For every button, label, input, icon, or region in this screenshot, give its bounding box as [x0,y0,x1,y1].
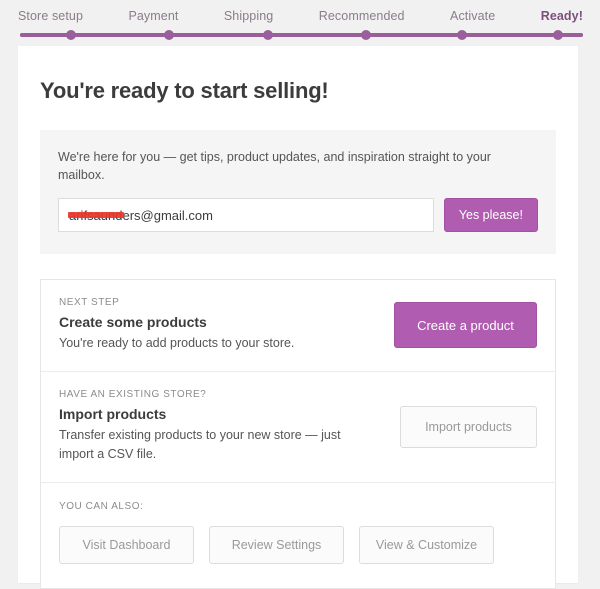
step-dot-shipping[interactable] [262,30,273,40]
redaction-bar [68,212,124,218]
step-label-recommended[interactable]: Recommended [319,9,405,23]
step-dot-ready[interactable] [552,30,563,40]
task-heading-create-products: Create some products [59,314,207,330]
task-text: NEXT STEP Create some products You're re… [59,297,394,353]
create-a-product-button[interactable]: Create a product [394,302,537,348]
import-products-button[interactable]: Import products [400,405,537,448]
view-and-customize-button[interactable]: View & Customize [359,526,494,564]
task-list-card: NEXT STEP Create some products You're re… [40,279,556,589]
newsletter-copy: We're here for you — get tips, product u… [58,150,491,182]
step-label-activate[interactable]: Activate [450,9,495,23]
task-eyebrow-next-step: NEXT STEP [59,297,120,308]
step-dot-store-setup[interactable] [65,30,76,40]
you-can-also-eyebrow: YOU CAN ALSO: [59,501,144,512]
task-eyebrow-existing-store: HAVE AN EXISTING STORE? [59,389,207,400]
task-description-create-products: You're ready to add products to your sto… [59,336,295,350]
page-title: You're ready to start selling! [40,78,329,103]
task-heading-import-products: Import products [59,406,167,422]
task-text: HAVE AN EXISTING STORE? Import products … [59,389,400,464]
you-can-also-button-group: Visit Dashboard Review Settings View & C… [59,526,537,564]
progress-bar-track [20,30,583,40]
step-dot-payment[interactable] [164,30,175,40]
task-row-import-products: HAVE AN EXISTING STORE? Import products … [41,371,555,482]
onboarding-card: You're ready to start selling! We're her… [18,46,578,589]
task-description-import-products: Transfer existing products to your new s… [59,428,341,461]
step-label-store-setup[interactable]: Store setup [18,9,83,23]
review-settings-button[interactable]: Review Settings [209,526,344,564]
progress-bar-fill [20,33,583,37]
step-label-ready[interactable]: Ready! [541,9,583,23]
visit-dashboard-button[interactable]: Visit Dashboard [59,526,194,564]
step-label-shipping[interactable]: Shipping [224,9,273,23]
task-row-create-products: NEXT STEP Create some products You're re… [41,280,555,371]
newsletter-panel: We're here for you — get tips, product u… [40,130,556,254]
newsletter-form: arifsaunders@gmail.com Yes please! [58,198,538,232]
step-label-payment[interactable]: Payment [128,9,178,23]
step-dot-activate[interactable] [456,30,467,40]
step-label-list: Store setup Payment Shipping Recommended… [18,9,583,23]
newsletter-subscribe-button[interactable]: Yes please! [443,198,538,232]
email-input[interactable]: arifsaunders@gmail.com [58,198,434,232]
you-can-also-section: YOU CAN ALSO: Visit Dashboard Review Set… [41,482,555,588]
step-dot-recommended[interactable] [361,30,372,40]
onboarding-steps-header: Store setup Payment Shipping Recommended… [0,0,600,46]
